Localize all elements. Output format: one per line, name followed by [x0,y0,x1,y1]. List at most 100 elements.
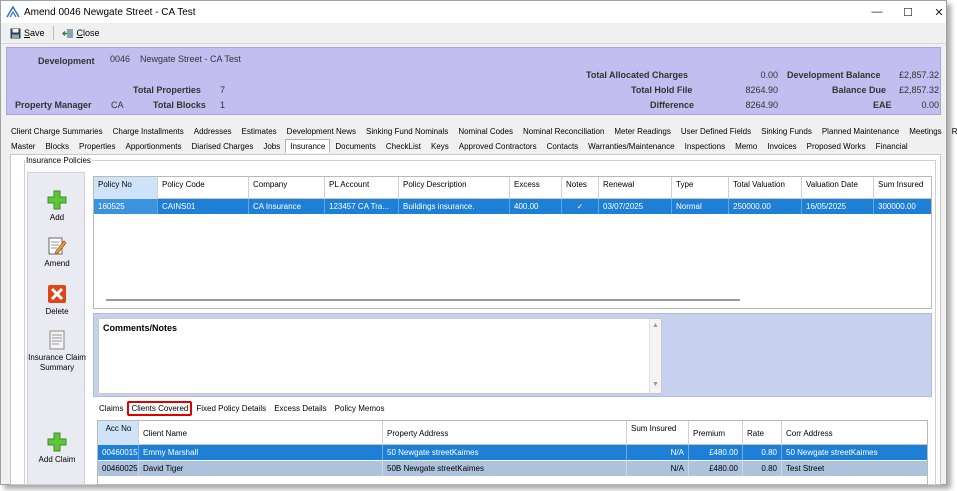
add-claim-button[interactable]: Add Claim [28,431,86,465]
tab-addresses[interactable]: Addresses [189,124,237,138]
comments-scrollbar[interactable]: ▲ ▼ [649,319,661,393]
property-manager-value: CA [111,100,124,110]
tab-roles[interactable]: Roles [947,124,957,138]
title-bar: Amend 0046 Newgate Street - CA Test — ☐ … [1,1,946,23]
cell-rate: 0.80 [743,445,782,460]
close-window-button[interactable]: ✕ [921,1,946,23]
column-header-sum-insured[interactable]: Sum Insured [627,421,689,445]
horizontal-scrollbar[interactable] [106,299,740,301]
tab-approved-contractors[interactable]: Approved Contractors [454,139,542,153]
tab-fixed-policy-details[interactable]: Fixed Policy Details [192,401,270,416]
cell-policy-code: CAINS01 [158,199,249,214]
tab-client-charge-summaries[interactable]: Client Charge Summaries [6,124,108,138]
tab-nominal-codes[interactable]: Nominal Codes [453,124,518,138]
save-button[interactable]: Save [7,25,48,42]
column-header-property-address[interactable]: Property Address [383,421,627,445]
scroll-up-arrow-icon[interactable]: ▲ [652,322,659,329]
column-header-premium[interactable]: Premium [689,421,743,445]
tab-nominal-reconciliation[interactable]: Nominal Reconciliation [518,124,609,138]
tab-excess-details[interactable]: Excess Details [270,401,330,416]
policy-row[interactable]: 160525 CAINS01 CA Insurance 123457 CA Tr… [94,199,931,214]
tab-proposed-works[interactable]: Proposed Works [802,139,871,153]
tab-meter-readings[interactable]: Meter Readings [609,124,675,138]
amend-button[interactable]: Amend [28,235,86,269]
cell-type: Normal [672,199,729,214]
tab-meetings[interactable]: Meetings [904,124,946,138]
cell-valuation-date: 16/05/2025 [802,199,874,214]
tab-warranties-maintenance[interactable]: Warranties/Maintenance [583,139,679,153]
tab-sinking-funds[interactable]: Sinking Funds [756,124,817,138]
tab-sinking-fund-nominals[interactable]: Sinking Fund Nominals [361,124,453,138]
column-header-pl-account[interactable]: PL Account [325,177,399,199]
column-header-policy-code[interactable]: Policy Code [158,177,249,199]
cell-sum-insured: 300000.00 [878,202,916,211]
column-header-total-valuation[interactable]: Total Valuation [729,177,802,199]
add-button[interactable]: Add [28,189,86,223]
plus-icon [47,190,67,210]
tab-memo[interactable]: Memo [730,139,762,153]
cell-client-name: David Tiger [139,461,383,476]
tab-documents[interactable]: Documents [330,139,380,153]
column-header-client-name[interactable]: Client Name [139,421,383,445]
development-summary-panel: Development 0046 Newgate Street - CA Tes… [6,47,941,115]
column-header-policy-no[interactable]: Policy No [94,177,158,199]
tab-financial[interactable]: Financial [871,139,913,153]
tab-diarised-charges[interactable]: Diarised Charges [187,139,259,153]
column-header-corr-address[interactable]: Corr Address [782,421,927,445]
cell-corr-address: Test Street [786,464,825,473]
column-header-type[interactable]: Type [672,177,729,199]
tab-claims[interactable]: Claims [95,401,127,416]
tab-row-2: Master Blocks Properties Apportionments … [6,139,913,153]
edit-document-icon [48,237,67,255]
tab-keys[interactable]: Keys [426,139,454,153]
tab-invoices[interactable]: Invoices [762,139,801,153]
total-blocks-label: Total Blocks [153,100,206,110]
amend-label: Amend [44,259,70,268]
comments-textarea[interactable]: ▲ ▼ [98,318,662,394]
column-header-renewal[interactable]: Renewal [599,177,672,199]
cell-policy-no: 160525 [94,199,158,214]
tab-charge-installments[interactable]: Charge Installments [108,124,189,138]
tab-properties[interactable]: Properties [74,139,120,153]
tab-insurance[interactable]: Insurance [285,139,331,153]
tab-master[interactable]: Master [6,139,40,153]
tab-estimates[interactable]: Estimates [237,124,282,138]
floppy-disk-icon [10,28,21,38]
column-header-company[interactable]: Company [249,177,325,199]
tab-clients-covered[interactable]: Clients Covered [127,401,193,416]
column-header-policy-description[interactable]: Policy Description [399,177,510,199]
cell-notes-checkbox[interactable]: ✓ [562,199,599,214]
tab-inspections[interactable]: Inspections [680,139,730,153]
tab-development-news[interactable]: Development News [282,124,361,138]
property-manager-label: Property Manager [15,100,92,110]
summary-document-icon [49,330,65,350]
column-header-rate[interactable]: Rate [743,421,782,445]
column-header-notes[interactable]: Notes [562,177,599,199]
column-header-valuation-date[interactable]: Valuation Date [802,177,874,199]
column-header-excess[interactable]: Excess [510,177,562,199]
delete-button[interactable]: Delete [28,283,86,317]
tab-contacts[interactable]: Contacts [542,139,584,153]
total-hold-file-label: Total Hold File [631,85,693,95]
column-header-acc-no[interactable]: Acc No [98,421,139,445]
client-row[interactable]: 00460025 David Tiger 50B Newgate streetK… [98,461,927,476]
tab-apportionments[interactable]: Apportionments [120,139,186,153]
cell-acc-no: 00460015 [98,445,139,460]
tab-blocks[interactable]: Blocks [40,139,74,153]
scroll-down-arrow-icon[interactable]: ▼ [652,381,659,388]
total-properties-label: Total Properties [133,85,201,95]
client-row[interactable]: 00460015 Emmy Marshall 50 Newgate street… [98,445,927,460]
comments-title: Comments/Notes [103,323,178,333]
cell-client-name: Emmy Marshall [139,445,383,460]
development-balance-value: £2,857.32 [898,70,939,80]
tab-user-defined-fields[interactable]: User Defined Fields [676,124,756,138]
column-header-sum-insured[interactable]: Sum Insured [874,177,931,199]
eae-value: 0.00 [921,100,939,110]
close-button[interactable]: Close [59,25,103,42]
insurance-claim-summary-label: Insurance Claim Summary [28,353,86,372]
insurance-claim-summary-button[interactable]: Insurance Claim Summary [28,329,86,373]
tab-jobs[interactable]: Jobs [258,139,285,153]
tab-checklist[interactable]: CheckList [381,139,426,153]
tab-planned-maintenance[interactable]: Planned Maintenance [817,124,904,138]
tab-policy-memos[interactable]: Policy Memos [331,401,389,416]
